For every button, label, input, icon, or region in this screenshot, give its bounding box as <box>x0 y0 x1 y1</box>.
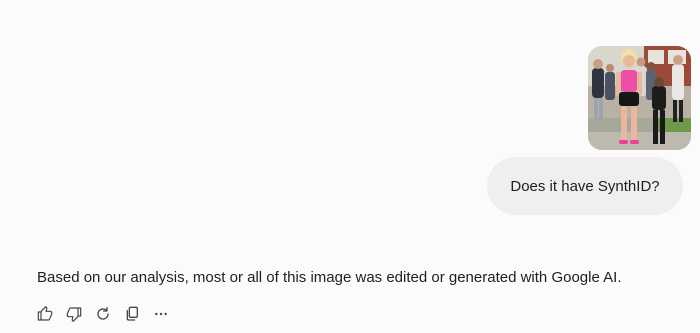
regenerate-button[interactable] <box>93 304 113 324</box>
copy-button[interactable] <box>122 304 142 324</box>
more-options-icon <box>155 312 167 316</box>
thumbs-down-icon <box>66 307 82 322</box>
thumbs-down-button[interactable] <box>64 304 84 324</box>
response-action-bar <box>35 304 180 324</box>
thumbs-up-button[interactable] <box>35 304 55 324</box>
user-uploaded-image[interactable] <box>588 46 691 150</box>
user-message-text: Does it have SynthID? <box>510 177 660 195</box>
chat-page: Does it have SynthID? Based on our analy… <box>0 0 700 333</box>
user-message-bubble: Does it have SynthID? <box>487 157 683 215</box>
assistant-response-text: Based on our analysis, most or all of th… <box>37 269 622 286</box>
copy-icon <box>126 306 138 321</box>
thumbs-up-icon <box>37 306 53 321</box>
more-options-button[interactable] <box>151 304 171 324</box>
uploaded-photo <box>588 46 691 150</box>
refresh-icon <box>97 307 109 320</box>
